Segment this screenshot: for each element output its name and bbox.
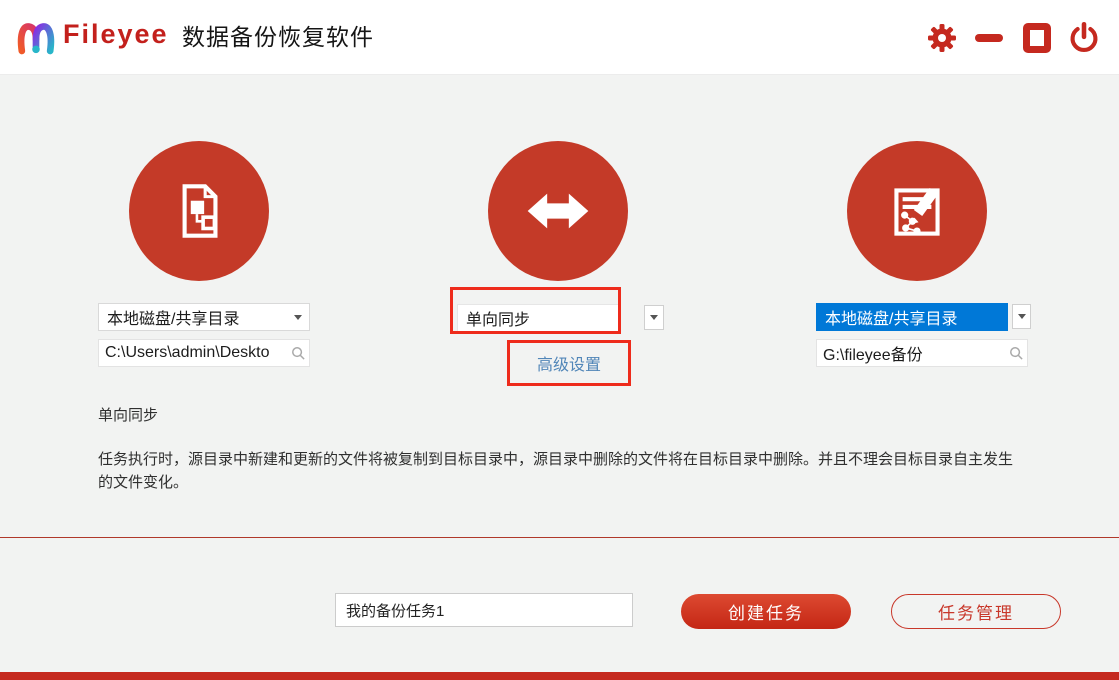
browse-source-icon[interactable] [291,346,306,361]
app-title: 数据备份恢复软件 [182,24,374,50]
create-task-button[interactable]: 创建任务 [681,594,851,629]
sync-mode-dropdown[interactable]: 单向同步 [457,304,621,332]
chevron-down-icon [1017,314,1026,319]
task-manager-button[interactable]: 任务管理 [891,594,1061,629]
power-icon [1070,21,1098,52]
task-name-input[interactable] [335,593,633,627]
sync-mode-value: 单向同步 [466,312,531,329]
source-type-dropdown[interactable]: 本地磁盘/共享目录 [98,303,310,331]
target-path-input[interactable] [816,339,1028,367]
minimize-icon [975,33,1003,42]
advanced-settings-link[interactable]: 高级设置 [507,340,631,386]
chevron-down-icon[interactable] [287,304,309,330]
target-type-dropdown-button[interactable] [1012,304,1031,329]
source-path-input[interactable] [98,339,310,367]
sync-mode-dropdown-button[interactable] [644,305,664,330]
target-type-dropdown[interactable]: 本地磁盘/共享目录 [816,303,1008,331]
brand-name: Fileyee [63,19,169,49]
minimize-button[interactable] [971,0,1007,75]
sync-mode-heading: 单向同步 [98,407,159,424]
browse-target-icon[interactable] [1009,346,1024,361]
bottom-accent-bar [0,672,1119,680]
chevron-down-icon [650,315,658,320]
sync-mode-circle [488,141,628,281]
close-button[interactable] [1066,0,1102,75]
title-bar: Fileyee 数据备份恢复软件 [0,0,1119,75]
section-divider [0,537,1119,538]
sync-mode-description: 任务执行时，源目录中新建和更新的文件将被复制到目标目录中，源目录中删除的文件将在… [98,451,1014,491]
gear-icon [928,23,956,52]
source-document-icon [182,184,218,238]
target-circle [847,141,987,281]
maximize-icon [1023,22,1051,53]
edit-document-icon [894,187,940,236]
source-circle [129,141,269,281]
settings-button[interactable] [924,0,960,75]
fileyee-logo-icon [17,23,55,55]
two-way-arrow-icon [527,193,589,229]
maximize-button[interactable] [1019,0,1055,75]
source-type-value: 本地磁盘/共享目录 [107,311,240,328]
target-type-value: 本地磁盘/共享目录 [825,311,958,328]
